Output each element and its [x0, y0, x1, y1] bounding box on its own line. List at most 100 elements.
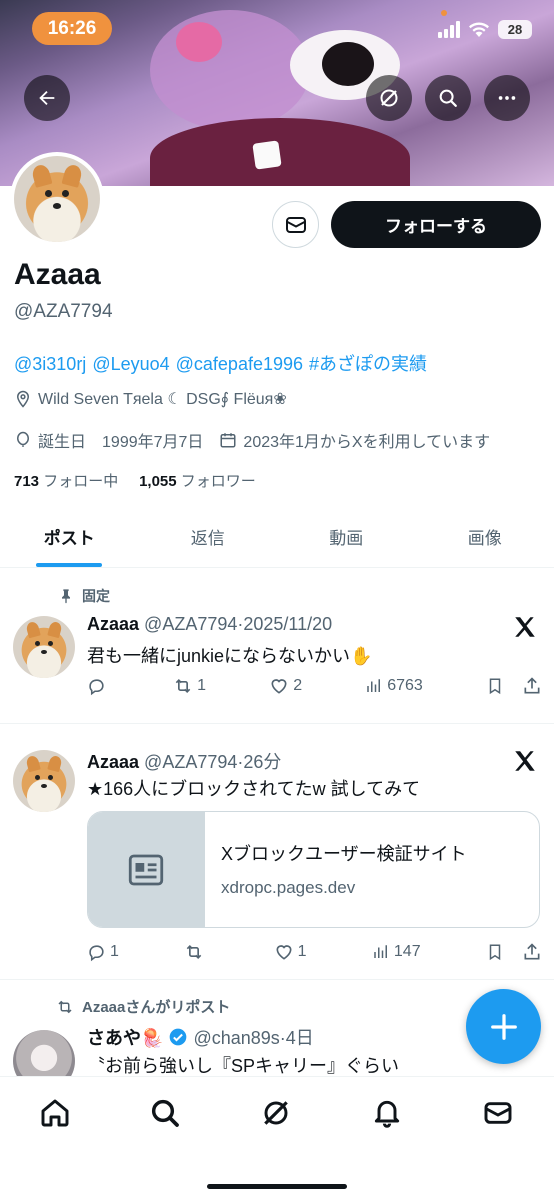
tweet-header: Azaaa @AZA7794·26分 — [87, 752, 282, 772]
grok-icon — [380, 89, 398, 107]
plus-icon — [490, 1013, 517, 1040]
tweet-author-handle: @chan89s — [193, 1028, 280, 1048]
x-logo-icon — [515, 751, 535, 771]
analytics-icon — [374, 945, 387, 958]
tweet-text: ★166人にブロックされてたw 試してみて — [87, 779, 421, 799]
analytics-icon — [367, 679, 381, 692]
envelope-icon — [285, 216, 306, 233]
message-button[interactable] — [272, 201, 319, 248]
following-label: フォロー中 — [43, 473, 119, 490]
compose-post-button[interactable] — [466, 989, 541, 1064]
profile-avatar[interactable] — [10, 152, 104, 246]
views-count: 6763 — [387, 677, 423, 694]
bottom-navigation — [0, 1076, 554, 1199]
pin-icon — [62, 589, 70, 604]
bookmark-icon[interactable] — [486, 677, 504, 695]
link-card-url: xdropc.pages.dev — [221, 878, 356, 897]
pinned-label: 固定 — [82, 588, 110, 604]
x-logo-icon — [515, 617, 535, 637]
tweet-avatar[interactable] — [13, 750, 75, 812]
reply-icon — [89, 678, 104, 695]
home-indicator — [207, 1184, 347, 1189]
share-icon[interactable] — [522, 676, 542, 696]
search-icon — [151, 1099, 179, 1127]
like-count: 2 — [293, 677, 303, 694]
views-button[interactable]: 6763 — [365, 677, 423, 695]
nav-messages[interactable] — [480, 1095, 516, 1131]
bio-hashtag-link[interactable]: #あざぽの実績 — [309, 354, 427, 374]
profile-handle: @AZA7794 — [14, 301, 113, 322]
bio-mention-link[interactable]: @Leyuo4 — [92, 354, 169, 374]
like-button[interactable]: 1 — [274, 942, 307, 962]
tab-posts[interactable]: ポスト — [0, 506, 139, 567]
reply-icon — [89, 944, 104, 961]
back-button[interactable] — [24, 75, 70, 121]
more-button[interactable] — [484, 75, 530, 121]
link-card-title: Xブロックユーザー検証サイト — [221, 844, 467, 864]
profile-location-row: Wild Seven Tяela ☾ DSG∮ Flëuя❀ — [14, 389, 287, 409]
cellular-signal-icon — [438, 21, 460, 38]
repost-label[interactable]: Azaaaさんがリポスト — [82, 996, 230, 1017]
repost-button[interactable] — [184, 942, 208, 962]
followers-label: フォロワー — [180, 473, 256, 490]
grok-icon — [264, 1101, 288, 1125]
link-card[interactable]: Xブロックユーザー検証サイト xdropc.pages.dev — [87, 811, 540, 928]
repost-count: 1 — [197, 677, 207, 694]
repost-icon — [58, 1000, 72, 1013]
tweet-time[interactable]: 26分 — [243, 752, 281, 772]
status-icons: 28 — [438, 20, 532, 39]
tweet-author-name[interactable]: さあや🪼 — [87, 1028, 163, 1048]
nav-grok[interactable] — [258, 1095, 294, 1131]
views-button[interactable]: 147 — [372, 943, 421, 961]
nav-search[interactable] — [147, 1095, 183, 1131]
tweet-author-handle: @AZA7794 — [144, 614, 238, 634]
tweet-time[interactable]: 2025/11/20 — [243, 614, 332, 634]
wifi-icon — [469, 22, 489, 37]
profile-bio: @3i310rj @Leyuo4 @cafepafe1996 #あざぽの実績 — [14, 350, 433, 376]
reply-button[interactable]: 1 — [87, 943, 119, 962]
tweet-text: 〝お前ら強いし『SPキャリー』ぐらい — [87, 1056, 400, 1076]
tweet-avatar[interactable] — [13, 616, 75, 678]
bookmark-icon[interactable] — [486, 943, 504, 961]
profile-birthday: 1999年7月7日 — [102, 434, 204, 451]
repost-icon — [187, 944, 202, 960]
article-icon — [128, 854, 164, 885]
link-card-thumbnail — [88, 812, 205, 927]
repost-indicator: Azaaaさんがリポスト — [56, 996, 230, 1017]
bio-mention-link[interactable]: @cafepafe1996 — [176, 354, 303, 374]
share-icon[interactable] — [522, 942, 542, 962]
status-time: 16:26 — [32, 12, 112, 45]
tweet-actions: 1 1 147 — [87, 942, 542, 962]
followers-count: 1,055 — [139, 473, 177, 490]
pinned-indicator: 固定 — [58, 586, 110, 606]
bio-mention-link[interactable]: @3i310rj — [14, 354, 86, 374]
tab-videos[interactable]: 動画 — [277, 506, 416, 567]
tweet-author-name[interactable]: Azaaa — [87, 614, 139, 634]
tweet-header: Azaaa @AZA7794·2025/11/20 — [87, 614, 333, 634]
bell-icon — [374, 1100, 400, 1128]
nav-notifications[interactable] — [369, 1095, 405, 1131]
grok-button[interactable] — [366, 75, 412, 121]
balloon-icon — [16, 431, 30, 447]
like-count: 1 — [297, 943, 307, 960]
profile-tabs: ポスト 返信 動画 画像 — [0, 506, 554, 568]
search-button[interactable] — [425, 75, 471, 121]
tweet-time[interactable]: 4日 — [286, 1028, 314, 1048]
like-button[interactable]: 2 — [269, 676, 302, 696]
following-link[interactable]: 713 フォロー中 — [14, 473, 118, 490]
profile-location: Wild Seven Tяela ☾ DSG∮ Flëuя❀ — [38, 391, 287, 408]
reply-count: 1 — [110, 943, 119, 960]
tab-images[interactable]: 画像 — [416, 506, 554, 567]
envelope-icon — [484, 1102, 512, 1124]
nav-home[interactable] — [37, 1095, 73, 1131]
repost-button[interactable]: 1 — [173, 676, 206, 696]
tab-replies[interactable]: 返信 — [139, 506, 278, 567]
tweet-author-name[interactable]: Azaaa — [87, 752, 139, 772]
tweet-author-handle: @AZA7794 — [144, 752, 238, 772]
reply-button[interactable] — [87, 677, 110, 696]
birthday-label: 誕生日 — [38, 434, 87, 451]
follow-button[interactable]: フォローする — [331, 201, 541, 248]
home-icon — [41, 1099, 69, 1127]
follow-counts: 713 フォロー中 1,055 フォロワー — [14, 470, 256, 491]
followers-link[interactable]: 1,055 フォロワー — [139, 473, 256, 490]
